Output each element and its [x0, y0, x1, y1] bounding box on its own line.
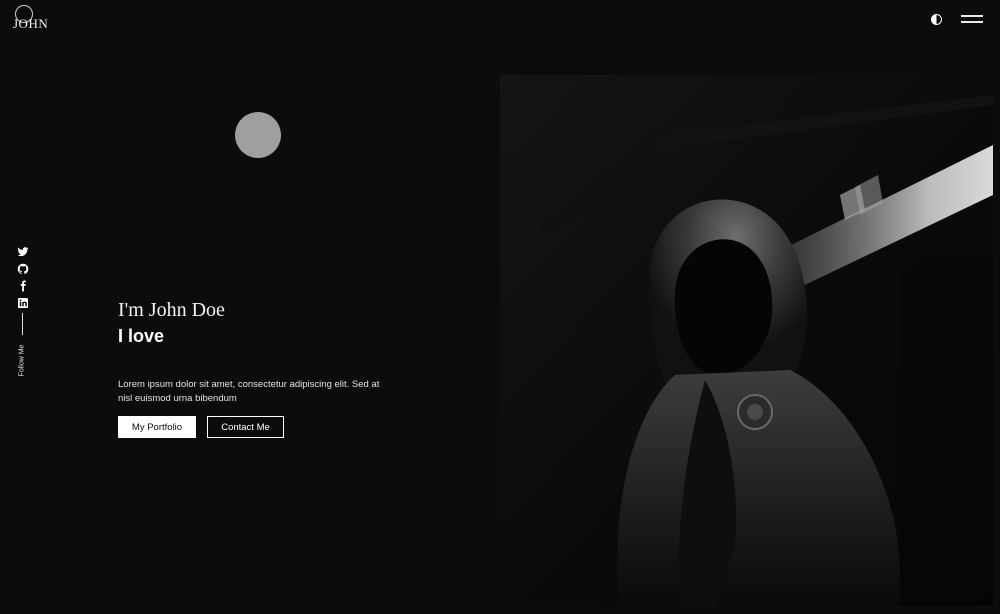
my-portfolio-button[interactable]: My Portfolio — [118, 416, 196, 438]
twitter-icon[interactable] — [16, 246, 30, 258]
menu-line — [961, 15, 983, 17]
logo-text: JOHN — [13, 16, 49, 31]
hero-greeting: I'm John Doe — [118, 299, 225, 321]
decorative-circle — [235, 112, 281, 158]
contact-me-button[interactable]: Contact Me — [207, 416, 284, 438]
facebook-icon[interactable] — [16, 280, 30, 292]
theme-toggle-icon[interactable] — [931, 14, 942, 25]
logo[interactable]: JOHN — [13, 5, 49, 32]
social-divider-line — [22, 313, 23, 335]
hero-intro: Lorem ipsum dolor sit amet, consectetur … — [118, 379, 380, 404]
page: JOHN Follow Me I'm John Doe I love Lorem… — [0, 0, 1000, 614]
menu-line — [961, 21, 983, 23]
hooded-figure-image — [500, 75, 993, 606]
follow-me-label: Follow Me — [18, 344, 26, 377]
hero-tagline: I love — [118, 326, 165, 346]
github-icon[interactable] — [16, 263, 30, 275]
linkedin-icon[interactable] — [16, 297, 30, 309]
hamburger-menu-icon[interactable] — [961, 14, 983, 24]
hero-photo — [500, 75, 993, 606]
